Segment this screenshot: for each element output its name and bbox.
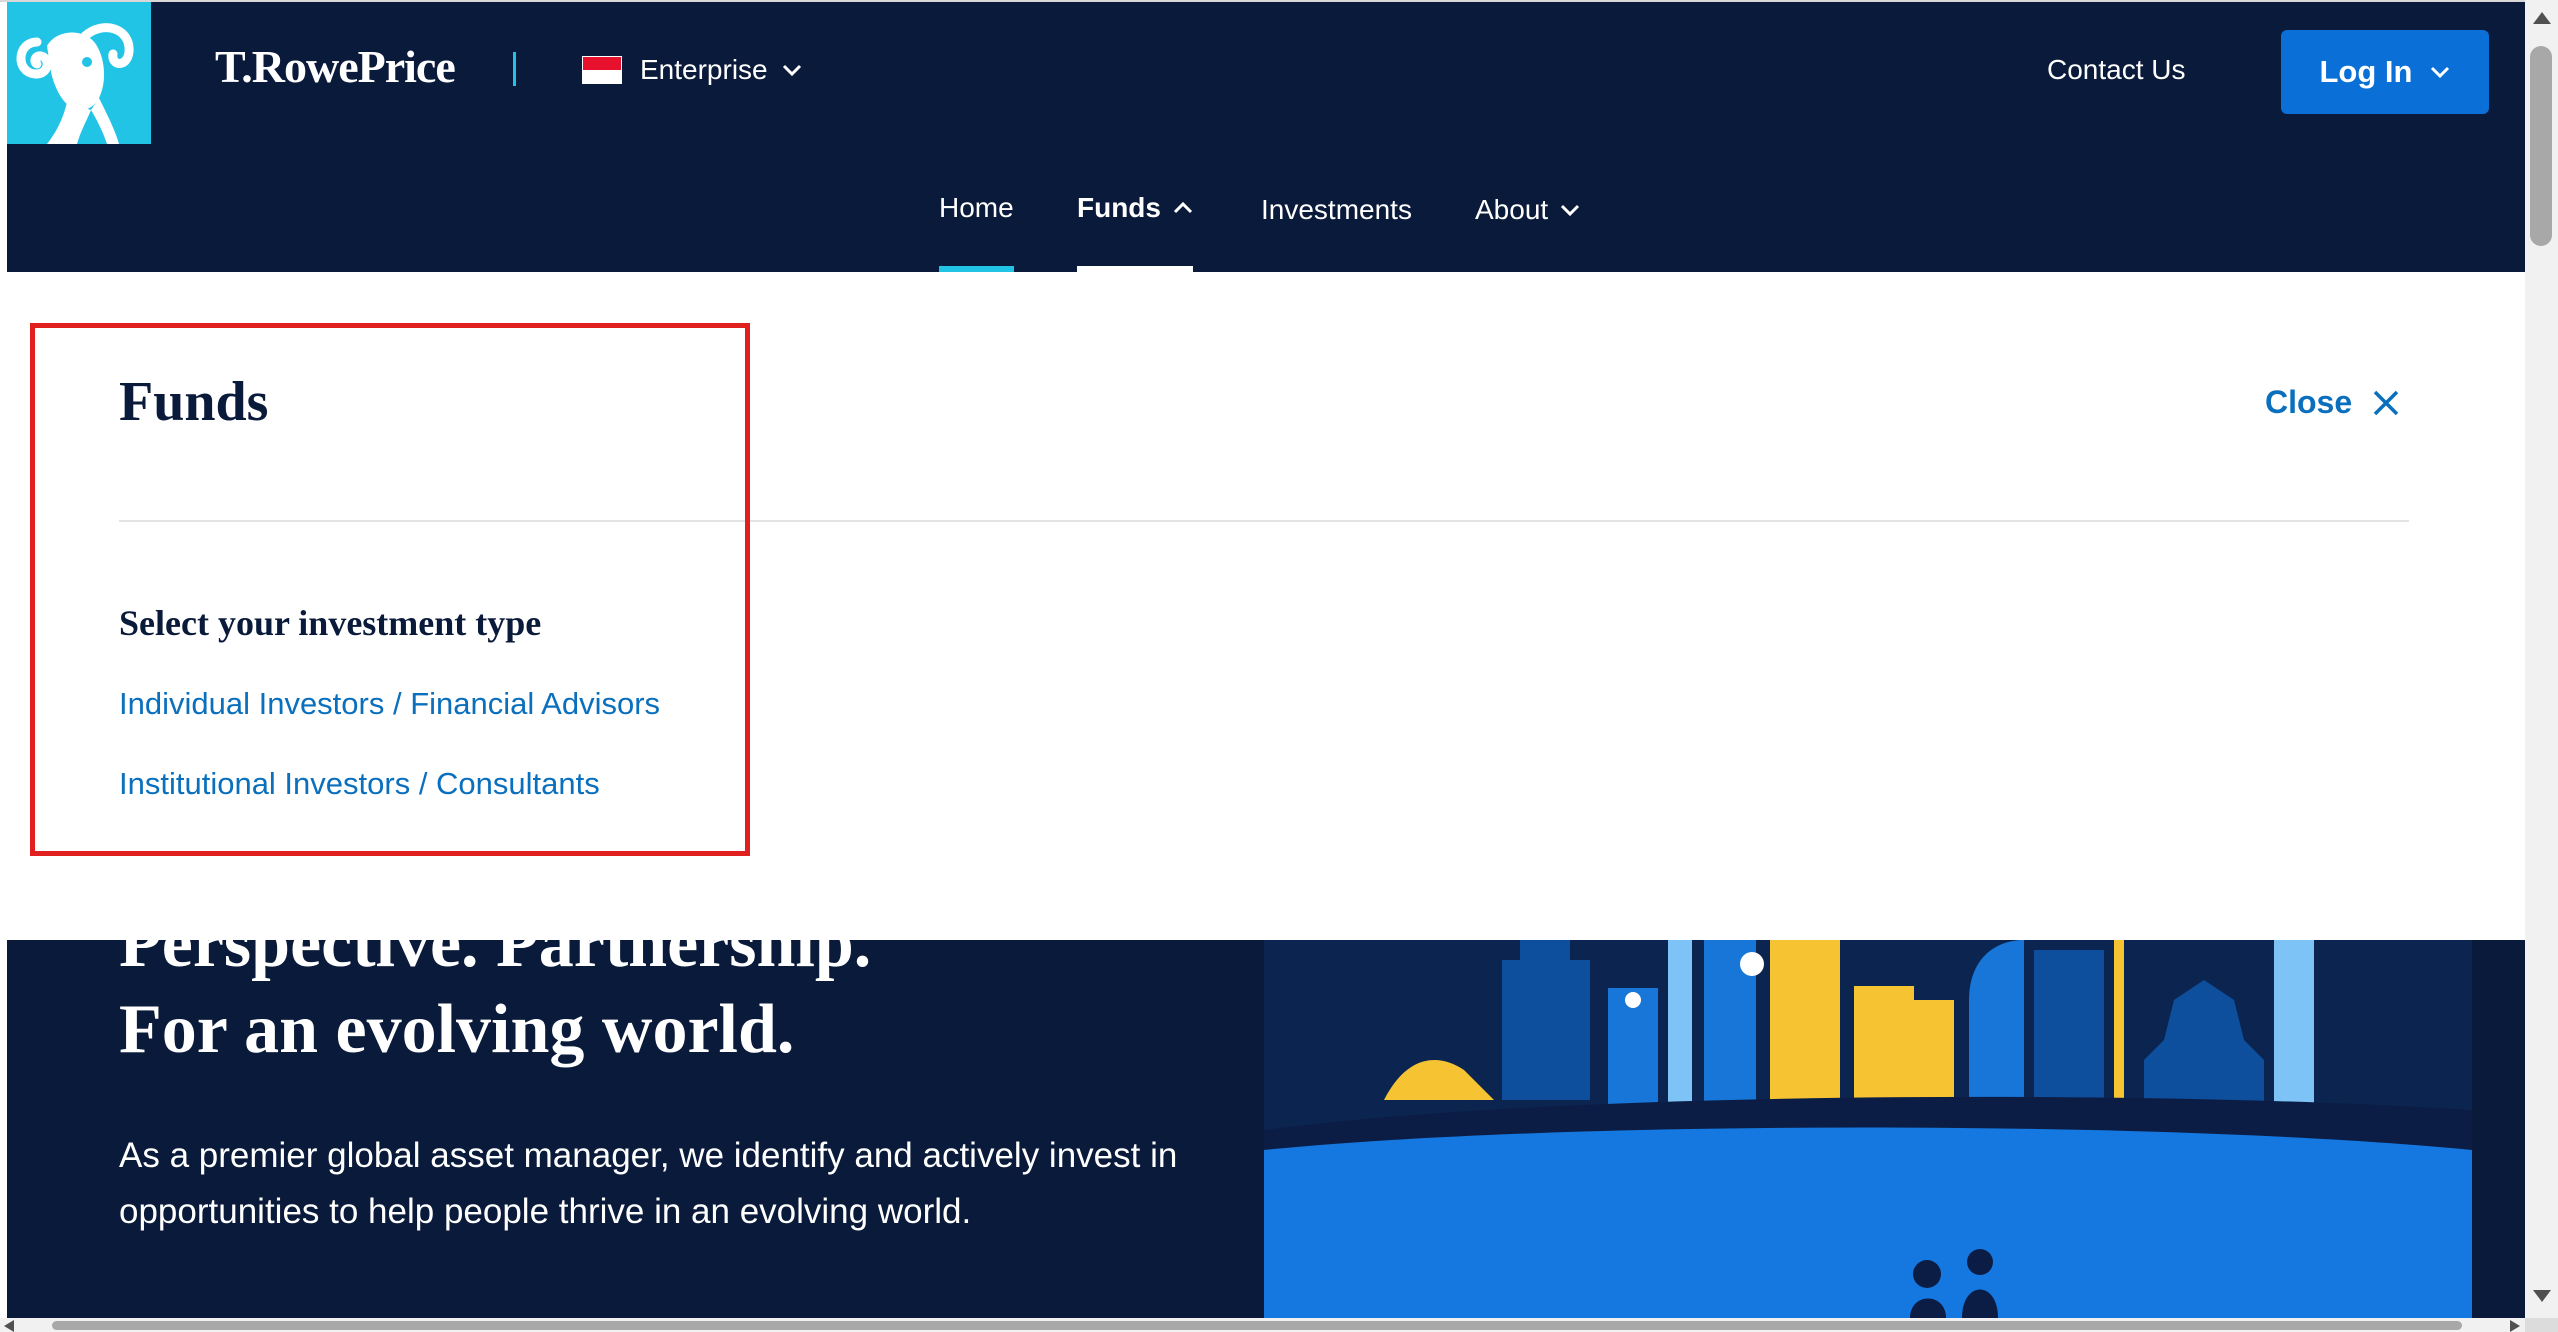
login-label: Log In [2319,54,2413,89]
brand-wordmark: T.RowePrice [215,41,456,92]
chevron-down-icon [2431,66,2450,78]
close-button[interactable]: Close [2265,384,2400,421]
scrollbar-corner [2525,1318,2558,1332]
contact-us-link[interactable]: Contact Us [2047,54,2186,86]
nav-item-label: Home [939,192,1014,223]
hero-section: Perspective. Partnership. For an evolvin… [7,940,2525,1318]
vertical-scrollbar[interactable] [2525,0,2558,1318]
region-selector[interactable]: Enterprise [582,54,802,86]
vertical-scroll-thumb[interactable] [2530,46,2552,246]
nav-item-label: About [1475,194,1549,225]
login-button[interactable]: Log In [2281,30,2489,114]
site-header: T.RowePrice Enterprise Contact Us Log In… [7,2,2525,272]
nav-item-label: Investments [1261,194,1412,225]
annotation-highlight-box [30,323,750,856]
close-icon [2373,390,2399,415]
scroll-left-arrow-icon[interactable] [4,1320,14,1332]
hero-headline-partial: Perspective. Partnership. [119,940,872,982]
close-label: Close [2265,384,2353,420]
chevron-down-icon [1561,204,1580,216]
header-divider [513,52,516,86]
hero-body-text: As a premier global asset manager, we id… [119,1136,1178,1231]
nav-item-investments[interactable]: Investments [1261,194,1412,274]
nav-item-home[interactable]: Home [939,192,1014,272]
brand-logo[interactable] [7,2,151,144]
hero-headline: For an evolving world. [119,991,795,1068]
singapore-flag-icon [582,56,622,84]
scroll-down-arrow-icon[interactable] [2533,1290,2551,1302]
ram-logo-icon [16,23,134,144]
horizontal-scrollbar[interactable] [0,1318,2525,1332]
chevron-down-icon [782,64,801,76]
nav-item-funds[interactable]: Funds [1077,192,1193,272]
horizontal-scroll-thumb[interactable] [52,1321,2462,1330]
region-label: Enterprise [640,54,768,85]
main-nav: Home Funds Investments About [7,170,2525,272]
chevron-up-icon [1173,202,1193,214]
nav-item-label: Funds [1077,192,1161,223]
city-skyline-illustration [1264,940,2472,1318]
nav-item-about[interactable]: About [1475,194,1580,274]
scroll-up-arrow-icon[interactable] [2533,12,2551,24]
scroll-right-arrow-icon[interactable] [2510,1320,2520,1332]
